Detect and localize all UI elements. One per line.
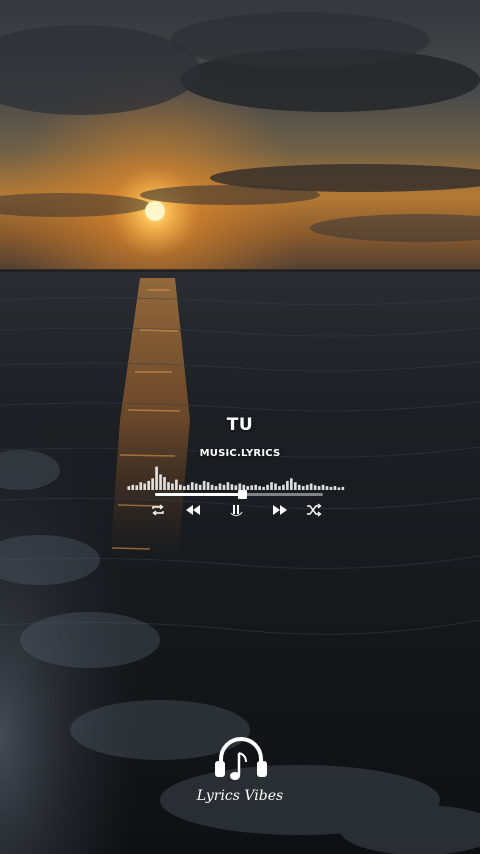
visualizer-bar — [230, 484, 234, 490]
visualizer-bar — [226, 482, 230, 490]
previous-button[interactable] — [184, 502, 202, 518]
visualizer-bar — [147, 480, 150, 490]
progress-handle[interactable] — [238, 490, 248, 499]
visualizer-bar — [278, 486, 281, 490]
visualizer-bar — [293, 482, 297, 490]
visualizer-bar — [171, 483, 174, 490]
visualizer-bar — [198, 484, 202, 490]
visualizer-bar — [234, 485, 238, 490]
visualizer-bar — [143, 483, 147, 490]
visualizer-bar — [182, 486, 186, 490]
visualizer-bar — [127, 486, 131, 490]
rewind-icon — [186, 505, 200, 515]
visualizer-bar — [262, 486, 265, 490]
visualizer-bar — [254, 484, 257, 490]
visualizer-bar — [131, 484, 135, 490]
visualizer-bar — [163, 477, 166, 490]
visualizer-bar — [317, 486, 321, 490]
pause-icon — [230, 505, 243, 517]
next-button[interactable] — [271, 502, 289, 518]
visualizer-bar — [175, 479, 178, 490]
progress-bar[interactable] — [155, 490, 323, 499]
visualizer-bar — [159, 474, 162, 490]
visualizer-bar — [325, 486, 329, 490]
visualizer-bar — [250, 485, 254, 490]
headphones-music-note-icon — [215, 737, 267, 780]
visualizer-bar — [321, 484, 325, 490]
fast-forward-icon — [273, 505, 287, 515]
visualizer-bar — [258, 486, 261, 490]
visualizer-bar — [202, 480, 206, 490]
visualizer-bar — [222, 484, 226, 490]
visualizer-bar — [218, 483, 222, 490]
visualizer-bar — [329, 486, 333, 490]
song-title: TU — [226, 415, 254, 435]
visualizer-bar — [313, 485, 317, 490]
visualizer-bar — [186, 484, 190, 490]
visualizer-bar — [206, 482, 210, 490]
visualizer-bar — [139, 482, 143, 490]
visualizer-bar — [214, 486, 218, 490]
play-pause-button[interactable] — [227, 502, 245, 518]
visualizer-bar — [270, 482, 273, 490]
visualizer-bar — [301, 486, 305, 490]
visualizer-bar — [266, 484, 269, 490]
visualizer-bar — [179, 484, 182, 490]
visualizer-bar — [309, 483, 313, 490]
shuffle-button[interactable] — [305, 502, 323, 518]
visualizer-bar — [155, 466, 158, 490]
visualizer-bar — [333, 486, 337, 490]
shuffle-icon — [307, 503, 322, 517]
visualizer-bar — [167, 482, 170, 490]
visualizer-bar — [194, 483, 198, 490]
visualizer-bar — [286, 480, 289, 490]
visualizer-bar — [190, 482, 194, 490]
visualizer-bar — [341, 486, 345, 490]
audio-visualizer — [127, 466, 345, 490]
visualizer-bar — [151, 478, 154, 490]
progress-fill — [155, 493, 243, 496]
visualizer-bar — [337, 487, 341, 490]
artist-name: MUSIC.LYRICS — [199, 448, 281, 459]
visualizer-bar — [210, 484, 214, 490]
repeat-icon — [152, 504, 164, 516]
visualizer-bar — [305, 484, 309, 490]
visualizer-bar — [274, 483, 277, 490]
visualizer-bar — [282, 484, 285, 490]
visualizer-bar — [290, 478, 293, 490]
repeat-button[interactable] — [149, 502, 167, 518]
visualizer-bar — [135, 485, 139, 490]
video-frame: TU MUSIC.LYRICS Lyrics Vibes — [0, 0, 480, 854]
visualizer-bar — [297, 484, 301, 490]
brand-name: Lyrics Vibes — [196, 788, 284, 804]
